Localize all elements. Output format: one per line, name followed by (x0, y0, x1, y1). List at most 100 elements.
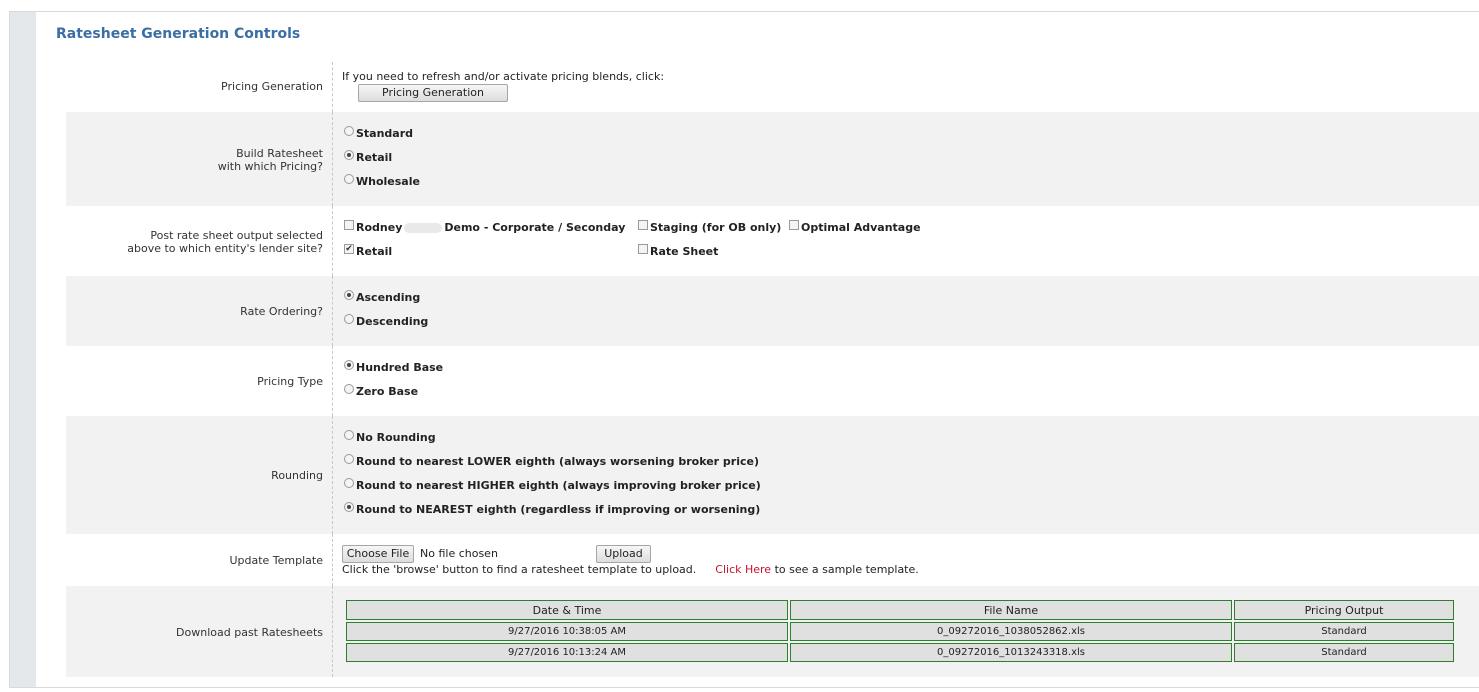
option-label-part1: Rodney (356, 221, 403, 234)
option-label-part2: Demo - Corporate / Seconday (444, 221, 626, 234)
column-header-date-time: Date & Time (346, 600, 788, 620)
pricing-generation-label: Pricing Generation (221, 80, 323, 93)
divider (332, 112, 333, 206)
ratesheet-history-table: Date & Time File Name Pricing Output 9/2… (344, 598, 1456, 664)
build-ratesheet-label-line2: with which Pricing? (217, 160, 323, 173)
divider (332, 276, 333, 346)
post-output-label-line2: above to which entity's lender site? (127, 242, 323, 255)
row-download-past: Download past Ratesheets Date & Time Fil… (66, 586, 1479, 677)
radio-button-selected[interactable] (344, 359, 354, 370)
radio-button-selected[interactable] (344, 289, 354, 300)
cell-date-time: 9/27/2016 10:13:24 AM (346, 643, 788, 662)
pricing-option-standard[interactable]: Standard (344, 125, 414, 140)
checkbox[interactable] (638, 243, 648, 254)
choose-file-button[interactable]: Choose File (342, 545, 414, 563)
download-past-label: Download past Ratesheets (176, 626, 323, 639)
option-label: Retail (356, 151, 393, 164)
rounding-option-higher[interactable]: Round to nearest HIGHER eighth (always i… (344, 477, 761, 492)
radio-button-selected[interactable] (344, 501, 354, 512)
upload-button[interactable]: Upload (596, 545, 651, 563)
divider (332, 586, 333, 677)
option-label: Standard (356, 127, 414, 140)
no-file-chosen-text: No file chosen (420, 547, 498, 560)
cell-pricing-output: Standard (1234, 622, 1454, 641)
pricing-generation-button[interactable]: Pricing Generation (358, 84, 508, 102)
option-label: Ascending (356, 291, 421, 304)
radio-button[interactable] (344, 453, 354, 464)
divider (332, 62, 333, 112)
radio-button-selected[interactable] (344, 149, 354, 160)
row-pricing-generation: Pricing Generation If you need to refres… (66, 62, 1479, 112)
row-post-output: Post rate sheet output selected above to… (66, 206, 1479, 276)
row-build-ratesheet: Build Ratesheet with which Pricing? Stan… (66, 112, 1479, 206)
site-option-staging[interactable]: Staging (for OB only) (638, 219, 782, 234)
table-row[interactable]: 9/27/2016 10:38:05 AM 0_09272016_1038052… (346, 622, 1454, 641)
option-label: Zero Base (356, 385, 419, 398)
site-option-optimal-advantage[interactable]: Optimal Advantage (789, 219, 921, 234)
option-label: Retail (356, 245, 393, 258)
post-output-label: Post rate sheet output selected above to… (66, 229, 323, 255)
table-row[interactable]: 9/27/2016 10:13:24 AM 0_09272016_1013243… (346, 643, 1454, 662)
rounding-label: Rounding (271, 469, 323, 482)
pricing-option-retail[interactable]: Retail (344, 149, 393, 164)
post-output-label-line1: Post rate sheet output selected (150, 229, 323, 242)
table-header-row: Date & Time File Name Pricing Output (346, 600, 1454, 620)
column-header-pricing-output: Pricing Output (1234, 600, 1454, 620)
radio-button[interactable] (344, 477, 354, 488)
option-label: Hundred Base (356, 361, 444, 374)
row-pricing-type: Pricing Type Hundred Base Zero Base (66, 346, 1479, 416)
left-gutter (10, 12, 36, 687)
site-option-rate-sheet[interactable]: Rate Sheet (638, 243, 719, 258)
radio-button[interactable] (344, 313, 354, 324)
ratesheet-panel: Ratesheet Generation Controls Pricing Ge… (9, 11, 1479, 688)
upload-help-text: Click the 'browse' button to find a rate… (342, 563, 697, 576)
radio-button[interactable] (344, 173, 354, 184)
radio-button[interactable] (344, 125, 354, 136)
upload-help: Click the 'browse' button to find a rate… (342, 563, 919, 576)
option-label: Staging (for OB only) (650, 221, 782, 234)
row-update-template: Update Template Choose File No file chos… (66, 534, 1479, 586)
checkbox-checked[interactable]: ✔ (344, 243, 354, 254)
site-option-rodney-demo[interactable]: Rodney Demo - Corporate / Seconday (344, 219, 626, 234)
ordering-option-ascending[interactable]: Ascending (344, 289, 421, 304)
option-label: Rate Sheet (650, 245, 719, 258)
cell-pricing-output: Standard (1234, 643, 1454, 662)
checkbox[interactable] (789, 219, 799, 230)
rounding-option-nearest[interactable]: Round to NEAREST eighth (regardless if i… (344, 501, 760, 516)
rounding-option-lower[interactable]: Round to nearest LOWER eighth (always wo… (344, 453, 760, 468)
row-rounding: Rounding No Rounding Round to nearest LO… (66, 416, 1479, 534)
option-label: Optimal Advantage (801, 221, 921, 234)
option-label: Round to nearest HIGHER eighth (always i… (356, 479, 761, 492)
checkbox[interactable] (344, 219, 354, 230)
divider (332, 346, 333, 416)
update-template-label: Update Template (229, 554, 323, 567)
controls-form: Pricing Generation If you need to refres… (66, 62, 1479, 677)
build-ratesheet-label: Build Ratesheet with which Pricing? (66, 147, 323, 173)
radio-button[interactable] (344, 383, 354, 394)
pricing-generation-instruction: If you need to refresh and/or activate p… (342, 70, 665, 83)
divider (332, 534, 333, 586)
sample-template-link[interactable]: Click Here (715, 563, 771, 576)
cell-file-name[interactable]: 0_09272016_1013243318.xls (790, 643, 1232, 662)
page-title: Ratesheet Generation Controls (56, 26, 301, 42)
sample-template-suffix: to see a sample template. (774, 563, 919, 576)
radio-button[interactable] (344, 429, 354, 440)
option-label: Descending (356, 315, 429, 328)
option-label: Round to nearest LOWER eighth (always wo… (356, 455, 760, 468)
divider (332, 416, 333, 534)
pricing-type-option-hundred[interactable]: Hundred Base (344, 359, 444, 374)
option-label: Wholesale (356, 175, 420, 188)
site-option-retail[interactable]: ✔ Retail (344, 243, 393, 258)
ordering-option-descending[interactable]: Descending (344, 313, 429, 328)
checkbox[interactable] (638, 219, 648, 230)
cell-file-name[interactable]: 0_09272016_1038052862.xls (790, 622, 1232, 641)
rate-ordering-label: Rate Ordering? (240, 305, 323, 318)
pricing-option-wholesale[interactable]: Wholesale (344, 173, 420, 188)
pricing-type-label: Pricing Type (257, 375, 323, 388)
rounding-option-none[interactable]: No Rounding (344, 429, 436, 444)
redacted-text (404, 222, 443, 233)
pricing-type-option-zero[interactable]: Zero Base (344, 383, 419, 398)
option-label: No Rounding (356, 431, 436, 444)
build-ratesheet-label-line1: Build Ratesheet (236, 147, 323, 160)
divider (332, 206, 333, 276)
